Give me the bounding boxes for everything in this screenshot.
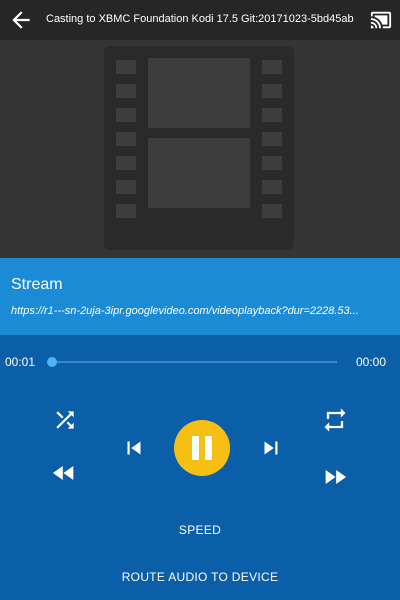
playback-controls: SPEED ROUTE AUDIO TO DEVICE bbox=[0, 387, 400, 600]
skip-previous-icon[interactable] bbox=[121, 435, 147, 461]
media-url: https://r1---sn-2uja-3ipr.googlevideo.co… bbox=[11, 305, 359, 317]
media-title: Stream bbox=[11, 276, 63, 293]
seek-bar-thumb[interactable] bbox=[47, 357, 57, 367]
casting-title: Casting to XBMC Foundation Kodi 17.5 Git… bbox=[46, 13, 354, 25]
progress-row: 00:01 00:00 bbox=[0, 335, 400, 387]
arrow-back-icon[interactable] bbox=[8, 7, 34, 33]
speed-button[interactable]: SPEED bbox=[0, 523, 400, 537]
route-audio-button[interactable]: ROUTE AUDIO TO DEVICE bbox=[0, 570, 400, 584]
cast-connected-icon[interactable] bbox=[370, 9, 392, 31]
artwork-area bbox=[0, 40, 400, 258]
pause-button[interactable] bbox=[174, 420, 230, 476]
elapsed-time: 00:01 bbox=[5, 355, 36, 369]
film-placeholder-icon bbox=[104, 46, 294, 255]
media-info-panel: Stream https://r1---sn-2uja-3ipr.googlev… bbox=[0, 258, 400, 335]
fast-forward-icon[interactable] bbox=[321, 463, 349, 491]
duration-time: 00:00 bbox=[356, 355, 387, 369]
rewind-icon[interactable] bbox=[50, 459, 78, 487]
app-toolbar: Casting to XBMC Foundation Kodi 17.5 Git… bbox=[0, 0, 400, 40]
repeat-icon[interactable] bbox=[321, 406, 349, 434]
seek-bar[interactable] bbox=[47, 357, 337, 367]
shuffle-icon[interactable] bbox=[52, 407, 78, 433]
skip-next-icon[interactable] bbox=[258, 435, 284, 461]
